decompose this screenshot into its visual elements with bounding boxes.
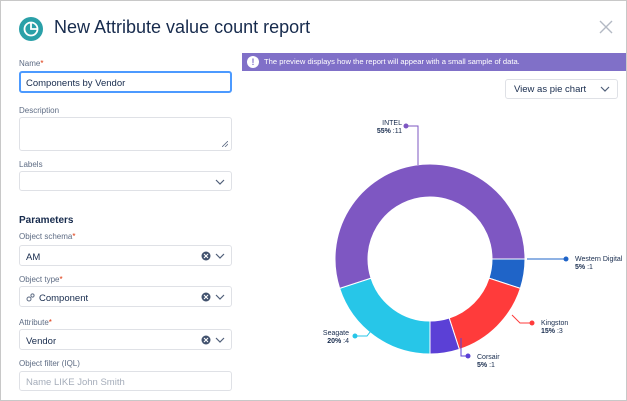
resize-handle-icon[interactable]: [222, 141, 228, 147]
close-icon[interactable]: [598, 19, 614, 35]
slice-leader-dot: [529, 320, 535, 326]
slice-label-value: 55% :11: [377, 128, 402, 135]
slice-leader-dot: [403, 123, 409, 129]
object-filter-placeholder: Name LIKE John Smith: [26, 377, 125, 388]
chevron-down-icon: [215, 179, 225, 185]
slice-label-name: Kingston: [541, 320, 568, 327]
report-app-icon: [19, 17, 43, 41]
donut-slice-seagate[interactable]: [339, 277, 431, 355]
object-schema-select[interactable]: AM: [19, 245, 232, 266]
labels-select[interactable]: [19, 171, 232, 191]
name-label: Name*: [19, 59, 44, 68]
name-field[interactable]: Components by Vendor: [19, 71, 232, 93]
slice-leader-dot: [352, 333, 358, 339]
labels-label: Labels: [19, 160, 43, 169]
object-filter-field[interactable]: Name LIKE John Smith: [19, 371, 232, 391]
attribute-value: Vendor: [26, 336, 57, 347]
slice-leader-line: [511, 314, 532, 324]
dialog-title: New Attribute value count report: [54, 17, 311, 37]
object-schema-value: AM: [26, 252, 41, 263]
chevron-down-icon: [215, 253, 225, 259]
slice-leader-dot: [465, 353, 471, 359]
object-type-value: Component: [39, 293, 89, 304]
slice-label-name: Western Digital: [575, 256, 623, 263]
component-icon: [26, 293, 35, 302]
object-filter-label: Object filter (IQL): [19, 359, 80, 368]
slice-leader-line: [406, 125, 419, 165]
chevron-down-icon: [215, 337, 225, 343]
slice-label-value: 20% :4: [327, 338, 349, 345]
chevron-down-icon: [215, 294, 225, 300]
preview-panel: ! The preview displays how the report wi…: [242, 53, 626, 400]
slice-label-value: 5% :1: [575, 264, 593, 271]
slice-label-name: Corsair: [477, 354, 500, 361]
slice-label-name: Seagate: [323, 330, 349, 337]
donut-slice-kingston[interactable]: [448, 277, 521, 350]
donut-chart: Western Digital5% :1Kingston15% :3Corsai…: [323, 120, 623, 369]
parameters-heading: Parameters: [19, 215, 74, 226]
clear-icon[interactable]: [201, 251, 211, 261]
slice-leader-dot: [563, 256, 569, 262]
attribute-select[interactable]: Vendor: [19, 329, 232, 350]
clear-icon[interactable]: [201, 292, 211, 302]
description-label: Description: [19, 106, 60, 115]
slice-label-name: INTEL: [382, 120, 402, 127]
object-schema-label: Object schema*: [19, 232, 76, 241]
object-type-label: Object type*: [19, 275, 63, 284]
description-field[interactable]: [19, 117, 232, 151]
object-type-select[interactable]: Component: [19, 286, 232, 307]
name-field-value: Components by Vendor: [26, 78, 126, 89]
attribute-label: Attribute*: [19, 318, 52, 327]
slice-label-value: 5% :1: [477, 362, 495, 369]
clear-icon[interactable]: [201, 335, 211, 345]
modal-dialog: New Attribute value count report Name* C…: [0, 0, 627, 401]
dialog-header: New Attribute value count report: [1, 1, 626, 49]
slice-label-value: 15% :3: [541, 328, 563, 335]
